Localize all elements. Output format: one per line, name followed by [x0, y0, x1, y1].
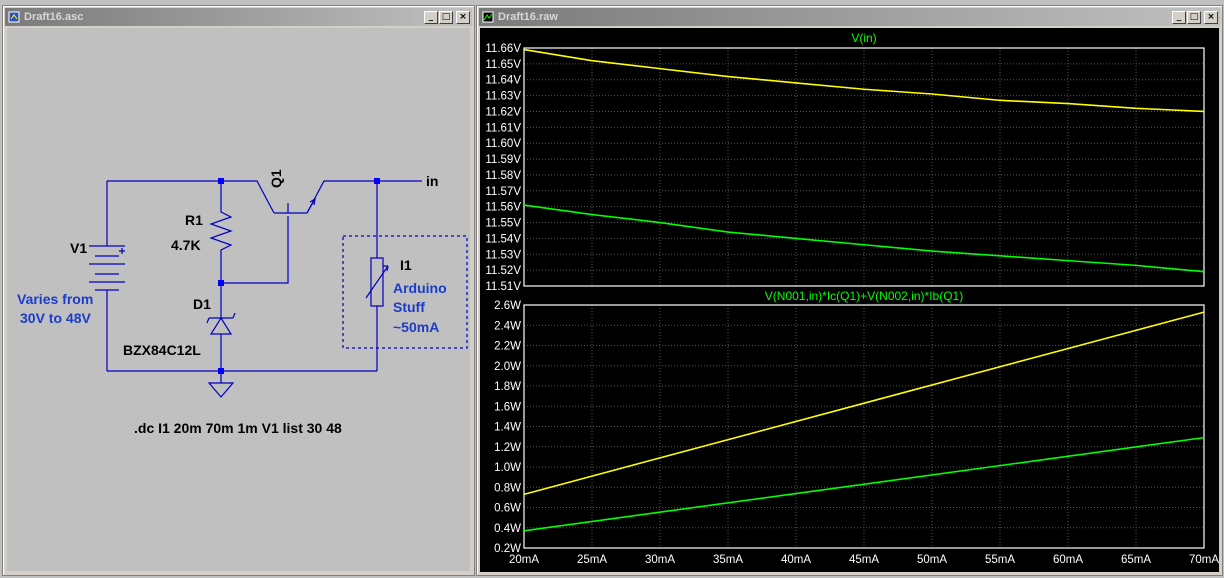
minimize-button[interactable]: _	[1172, 10, 1186, 24]
y-tick-label: 1.2W	[494, 442, 521, 454]
d1-value[interactable]: BZX84C12L	[123, 342, 201, 358]
y-tick-label: 11.60V	[485, 138, 521, 150]
y-tick-label: 2.4W	[494, 320, 521, 332]
y-tick-label: 1.0W	[494, 462, 521, 474]
y-tick-label: 11.64V	[485, 75, 521, 87]
y-tick-label: 0.4W	[494, 523, 521, 535]
x-tick-label: 60mA	[1053, 554, 1083, 566]
close-button[interactable]: ×	[456, 10, 470, 24]
waveform-app-icon	[482, 11, 494, 23]
x-tick-label: 40mA	[781, 554, 811, 566]
schematic-title-bar[interactable]: Draft16.asc _ □ ×	[5, 8, 472, 26]
y-tick-label: 11.55V	[485, 218, 521, 230]
plot-frame	[523, 47, 1205, 287]
y-tick-label: 2.0W	[494, 361, 521, 373]
x-tick-label: 65mA	[1121, 554, 1151, 566]
i1-note-line3[interactable]: ~50mA	[393, 319, 439, 335]
y-tick-label: 11.54V	[485, 233, 521, 245]
junction-dot	[218, 368, 224, 374]
y-tick-label: 2.2W	[494, 341, 521, 353]
close-button[interactable]: ×	[1204, 10, 1218, 24]
r1-label[interactable]: R1	[185, 212, 203, 228]
y-tick-label: 11.53V	[485, 249, 521, 261]
wire-collector	[221, 180, 275, 214]
x-tick-label: 25mA	[577, 554, 607, 566]
chart-title-vin[interactable]: V(in)	[851, 31, 876, 45]
y-tick-label: 0.6W	[494, 503, 521, 515]
y-tick-label: 11.63V	[485, 91, 521, 103]
series-line-green[interactable]	[523, 436, 1205, 532]
y-tick-label: 11.57V	[485, 186, 521, 198]
current-source-i1-icon[interactable]	[365, 257, 389, 307]
battery-v1-icon[interactable]	[89, 245, 125, 291]
ground-icon	[207, 382, 235, 398]
schematic-app-icon	[8, 11, 20, 23]
junction-dot	[218, 280, 224, 286]
y-tick-label: 11.62V	[485, 106, 521, 118]
maximize-button[interactable]: □	[439, 10, 453, 24]
y-tick-label: 11.56V	[485, 202, 521, 214]
net-label-in[interactable]: in	[426, 173, 438, 189]
y-tick-label: 11.58V	[485, 170, 521, 182]
maximize-button[interactable]: □	[1187, 10, 1201, 24]
transistor-q1-icon[interactable]	[274, 197, 316, 214]
waveform-window-title: Draft16.raw	[498, 11, 558, 23]
x-tick-label: 70mA	[1189, 554, 1219, 566]
y-tick-label: 0.8W	[494, 482, 521, 494]
y-tick-label: 11.61V	[485, 122, 521, 134]
x-tick-label: 45mA	[849, 554, 879, 566]
x-tick-label: 20mA	[509, 554, 539, 566]
minimize-button[interactable]: _	[424, 10, 438, 24]
wire-base	[221, 216, 289, 284]
waveform-title-bar[interactable]: Draft16.raw _ □ ×	[479, 8, 1220, 26]
x-tick-label: 35mA	[713, 554, 743, 566]
zener-diode-d1-icon[interactable]	[206, 312, 236, 350]
r1-value[interactable]: 4.7K	[171, 237, 201, 253]
v1-note-line1[interactable]: Varies from	[17, 291, 93, 307]
v1-label[interactable]: V1	[70, 240, 87, 256]
d1-label[interactable]: D1	[193, 296, 211, 312]
i1-note-line1[interactable]: Arduino	[393, 280, 447, 296]
y-tick-label: 11.52V	[485, 265, 521, 277]
x-tick-label: 30mA	[645, 554, 675, 566]
junction-dot	[218, 178, 224, 184]
y-tick-label: 1.8W	[494, 381, 521, 393]
v1-note-line2[interactable]: 30V to 48V	[20, 310, 91, 326]
x-tick-label: 55mA	[985, 554, 1015, 566]
schematic-window-title: Draft16.asc	[24, 11, 84, 23]
q1-label[interactable]: Q1	[268, 169, 284, 188]
chart-title-power[interactable]: V(N001,in)*Ic(Q1)+V(N002,in)*Ib(Q1)	[765, 289, 963, 303]
schematic-window[interactable]: Draft16.asc _ □ × V1 R1 4.7K D1 BZX84C12…	[2, 5, 475, 576]
y-tick-label: 11.51V	[485, 281, 521, 293]
i1-note-line2[interactable]: Stuff	[393, 299, 425, 315]
y-tick-label: 11.66V	[485, 43, 521, 55]
junction-dot	[374, 178, 380, 184]
y-tick-label: 2.6W	[494, 300, 521, 312]
y-tick-label: 11.65V	[485, 59, 521, 71]
y-tick-label: 1.4W	[494, 422, 521, 434]
resistor-r1-icon[interactable]	[209, 206, 233, 256]
schematic-canvas[interactable]: V1 R1 4.7K D1 BZX84C12L in I1 .dc I1 20m…	[7, 28, 470, 571]
i1-label[interactable]: I1	[400, 257, 412, 273]
y-tick-label: 1.6W	[494, 401, 521, 413]
wire-emitter	[306, 180, 422, 214]
waveform-canvas[interactable]: V(in) V(N001,in)*Ic(Q1)+V(N002,in)*Ib(Q1…	[480, 28, 1219, 572]
y-tick-label: 11.59V	[485, 154, 521, 166]
x-tick-label: 50mA	[917, 554, 947, 566]
spice-directive[interactable]: .dc I1 20m 70m 1m V1 list 30 48	[134, 420, 342, 436]
waveform-window[interactable]: Draft16.raw _ □ × V(in) V(N001,in)*Ic(Q1…	[476, 5, 1223, 576]
